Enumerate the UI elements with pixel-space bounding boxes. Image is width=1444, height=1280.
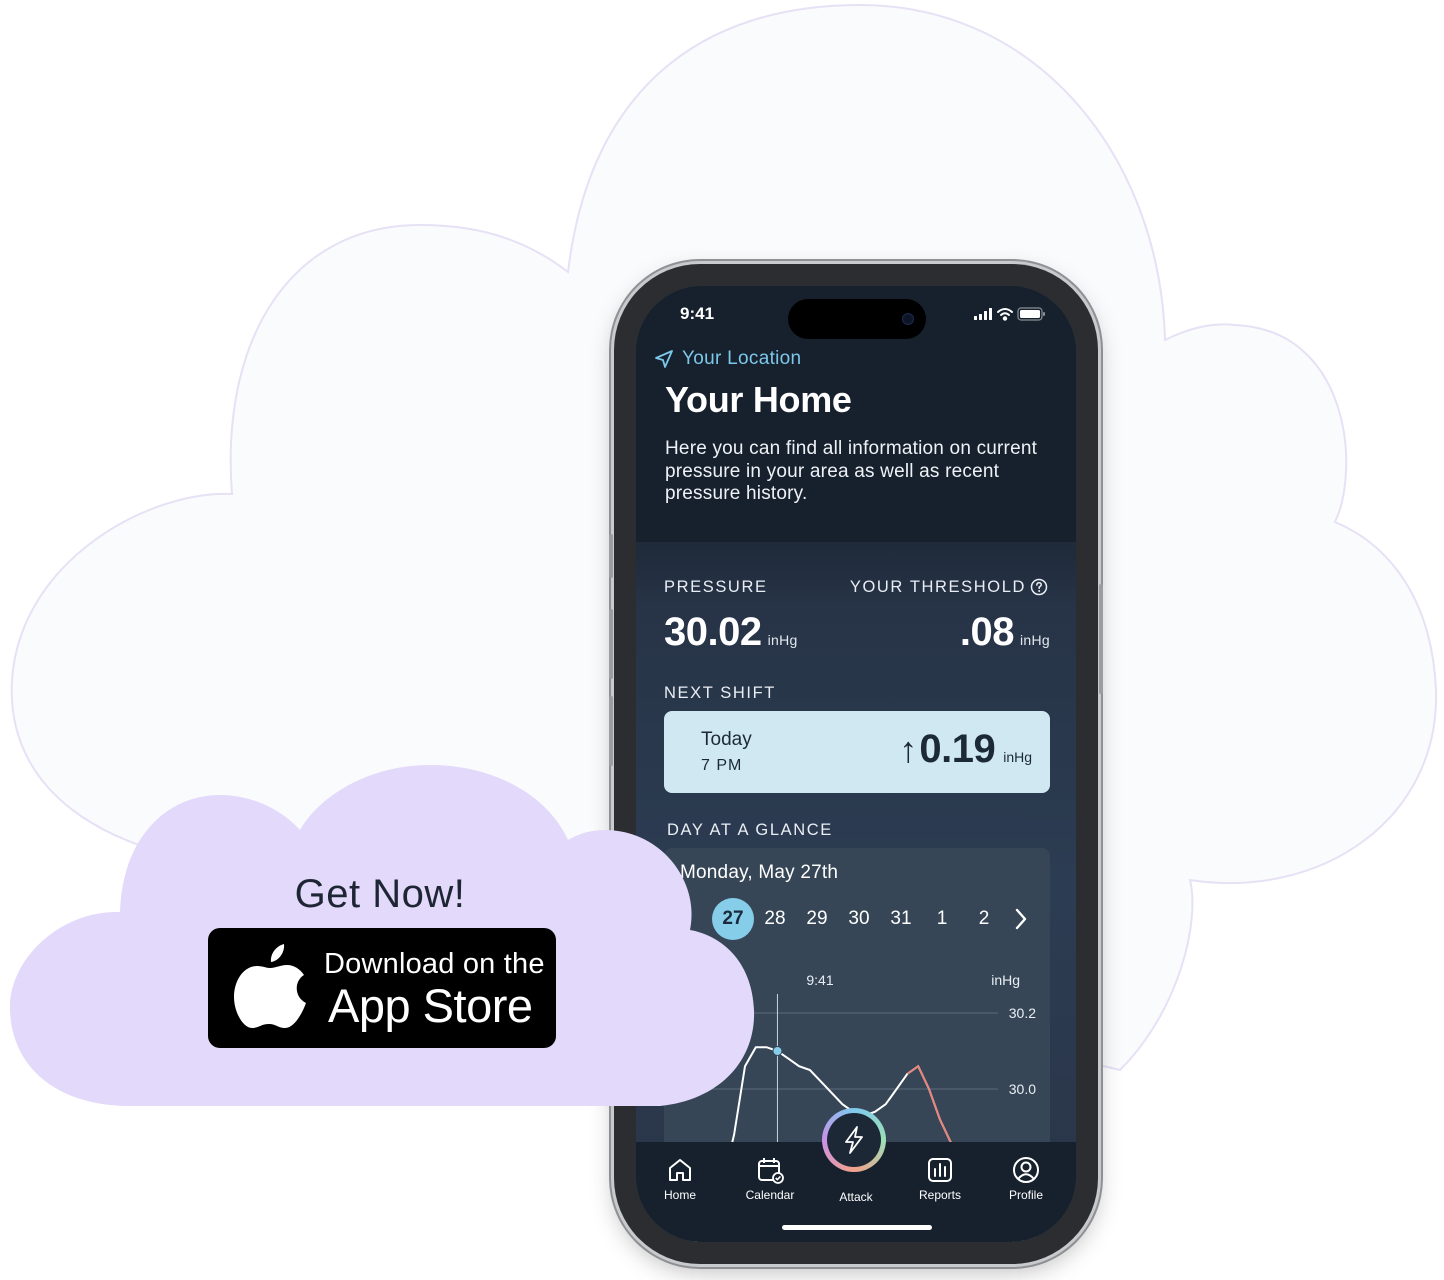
badge-line2: App Store bbox=[328, 979, 533, 1032]
promo-title: Get Now! bbox=[294, 872, 466, 916]
promo-cloud bbox=[9, 765, 755, 1106]
apple-logo-icon bbox=[234, 944, 306, 1028]
app-store-badge[interactable]: Download on the App Store bbox=[208, 928, 556, 1048]
badge-line1: Download on the bbox=[324, 948, 545, 980]
